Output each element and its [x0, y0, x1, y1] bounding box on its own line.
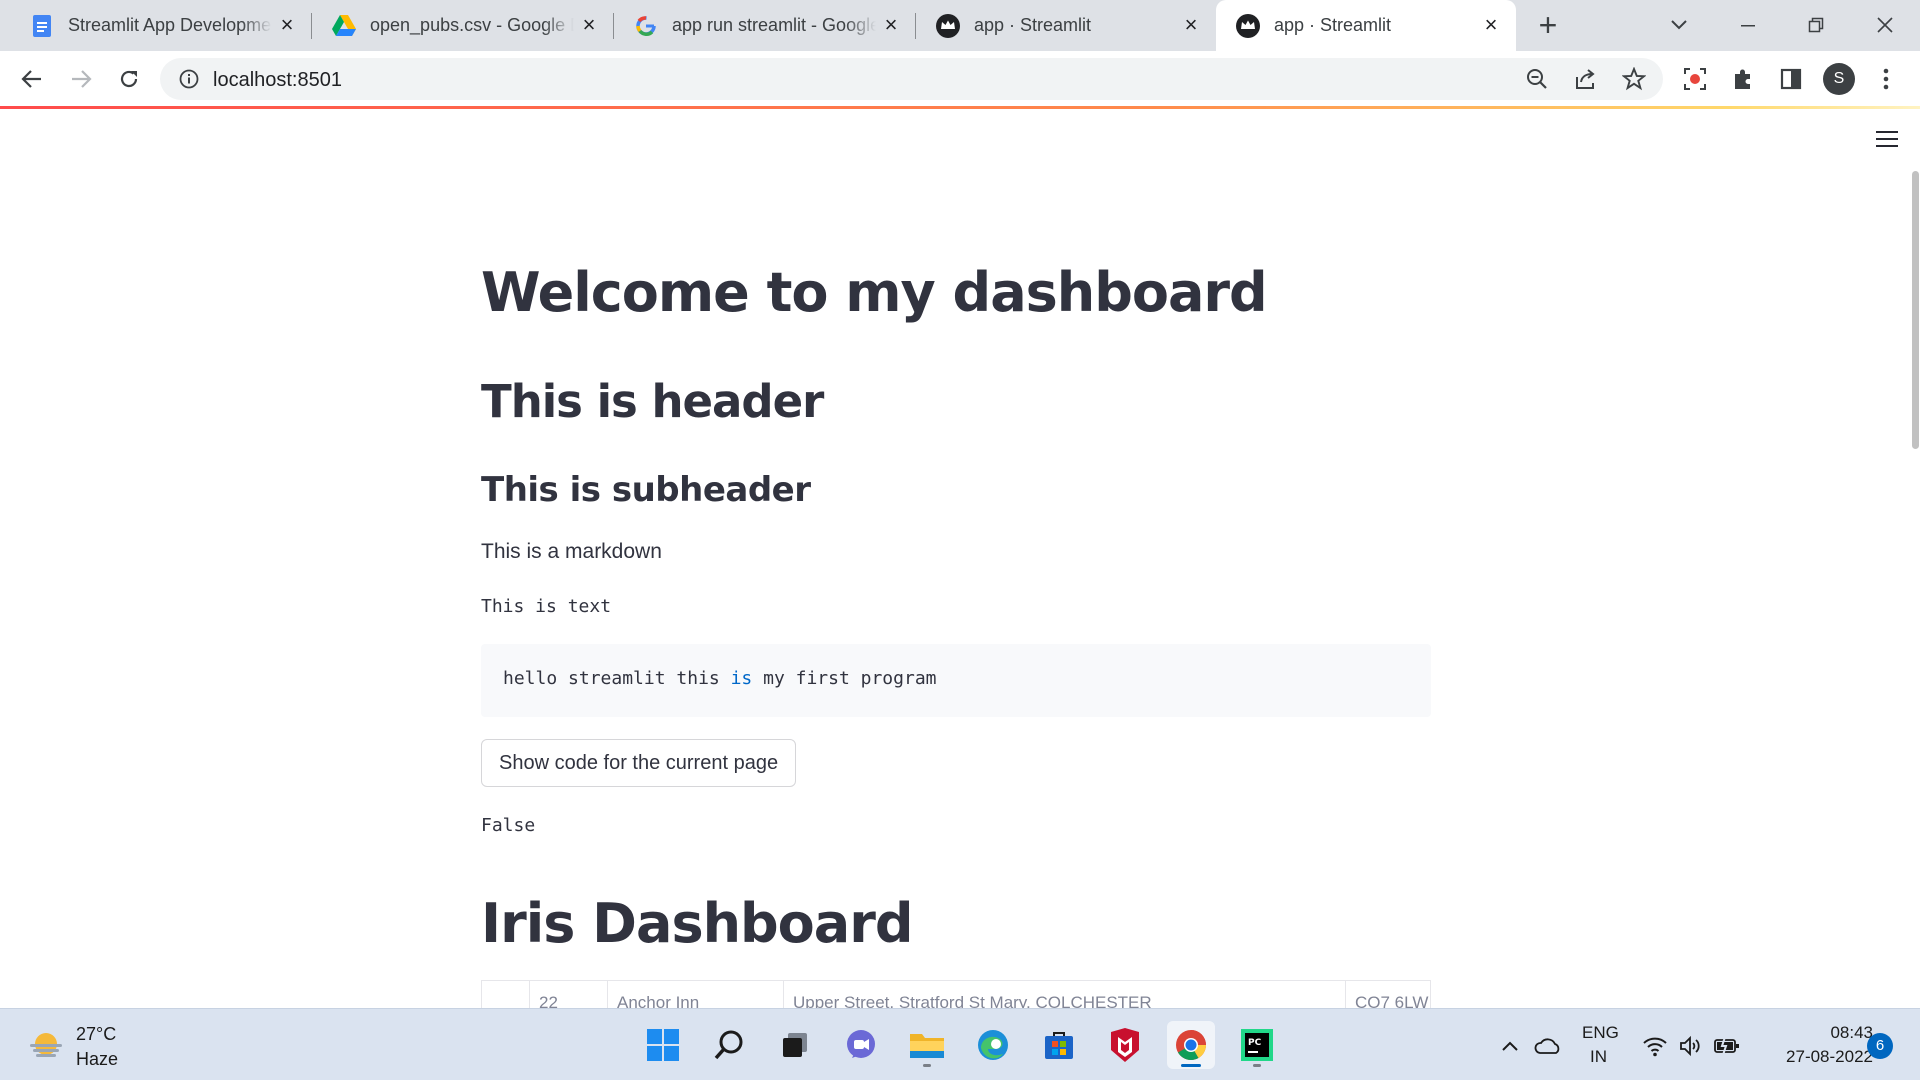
zoom-icon[interactable]: [1526, 68, 1548, 95]
extensions-puzzle-icon[interactable]: [1728, 64, 1758, 94]
table-cell: 22: [530, 981, 608, 1008]
browser-tab[interactable]: Streamlit App Development ×: [10, 0, 312, 51]
running-indicator: [1181, 1064, 1201, 1067]
close-tab-icon[interactable]: ×: [578, 14, 600, 36]
browser-toolbar: localhost:8501 S: [0, 51, 1920, 106]
battery-charging-icon[interactable]: [1712, 1031, 1742, 1061]
streamlit-crown-icon: [1236, 13, 1260, 38]
back-arrow-icon[interactable]: [17, 64, 47, 94]
share-icon[interactable]: [1574, 68, 1598, 95]
browser-tab-active[interactable]: app · Streamlit ×: [1216, 0, 1516, 51]
running-indicator: [1253, 1064, 1261, 1067]
microsoft-store-icon[interactable]: [1035, 1021, 1083, 1069]
new-tab-button[interactable]: +: [1533, 9, 1563, 41]
input-region[interactable]: IN: [1590, 1047, 1607, 1067]
page-title: Welcome to my dashboard: [481, 261, 1268, 324]
profile-avatar[interactable]: S: [1823, 63, 1855, 95]
tab-title: Streamlit App Development: [68, 15, 272, 35]
hamburger-menu-icon[interactable]: [1876, 131, 1900, 149]
running-indicator: [923, 1064, 931, 1067]
windows-taskbar: 27°C Haze PC ENG IN 08:43 27-08-2022 6: [0, 1008, 1920, 1080]
table-cell-index: [482, 981, 530, 1008]
start-button[interactable]: [639, 1021, 687, 1069]
weather-condition[interactable]: Haze: [76, 1049, 118, 1070]
search-icon[interactable]: [705, 1021, 753, 1069]
streamlit-app-page: Welcome to my dashboard This is header T…: [0, 109, 1920, 1008]
table-cell: Upper Street, Stratford St Mary, COLCHES…: [784, 981, 1346, 1008]
taskbar-time[interactable]: 08:43: [1763, 1023, 1873, 1043]
weather-haze-icon[interactable]: [28, 1030, 64, 1060]
page-header: This is header: [481, 375, 824, 428]
table-cell: CO7 6LW: [1355, 993, 1429, 1008]
wifi-icon[interactable]: [1640, 1031, 1670, 1061]
plain-text: This is text: [481, 596, 612, 617]
mcafee-icon[interactable]: [1101, 1021, 1149, 1069]
markdown-text: This is a markdown: [481, 540, 662, 563]
button-result-text: False: [481, 815, 536, 836]
close-tab-icon[interactable]: ×: [1180, 14, 1202, 36]
reload-icon[interactable]: [114, 64, 144, 94]
page-subheader: This is subheader: [481, 470, 811, 510]
data-table[interactable]: 22 Anchor Inn Upper Street, Stratford St…: [481, 980, 1431, 1008]
address-bar[interactable]: localhost:8501: [160, 58, 1663, 100]
close-tab-icon[interactable]: ×: [1480, 14, 1502, 36]
streamlit-crown-icon: [936, 13, 960, 38]
google-icon: [634, 14, 658, 38]
file-explorer-icon[interactable]: [903, 1021, 951, 1069]
svg-text:PC: PC: [1248, 1038, 1262, 1048]
side-panel-icon[interactable]: [1776, 64, 1806, 94]
teams-chat-icon[interactable]: [837, 1021, 885, 1069]
volume-icon[interactable]: [1675, 1031, 1705, 1061]
weather-temperature[interactable]: 27°C: [76, 1024, 116, 1045]
tab-title: app run streamlit - Google Search: [672, 15, 876, 35]
page-scrollbar[interactable]: [1912, 171, 1919, 449]
browser-tab[interactable]: app run streamlit - Google Search ×: [614, 0, 916, 51]
bookmark-star-icon[interactable]: [1621, 66, 1647, 96]
code-keyword: is: [730, 668, 753, 689]
chrome-icon[interactable]: [1167, 1021, 1215, 1069]
forward-arrow-icon[interactable]: [66, 64, 96, 94]
code-block[interactable]: hello streamlit this is my first program: [481, 644, 1431, 717]
google-drive-icon: [332, 14, 356, 38]
taskbar-date[interactable]: 27-08-2022: [1763, 1047, 1873, 1067]
iris-dashboard-title: Iris Dashboard: [481, 892, 913, 955]
code-text-before: hello streamlit this: [503, 668, 731, 689]
input-language[interactable]: ENG: [1582, 1023, 1619, 1043]
table-cell: Anchor Inn: [608, 981, 784, 1008]
close-tab-icon[interactable]: ×: [276, 14, 298, 36]
minimize-button[interactable]: [1731, 8, 1765, 42]
tab-title: app · Streamlit: [974, 15, 1092, 35]
close-window-button[interactable]: [1868, 8, 1902, 42]
notification-count-badge[interactable]: 6: [1867, 1033, 1893, 1059]
tab-title: app · Streamlit: [1274, 15, 1392, 35]
show-code-button[interactable]: Show code for the current page: [481, 739, 797, 787]
browser-tab[interactable]: open_pubs.csv - Google Drive ×: [312, 0, 614, 51]
tab-title: open_pubs.csv - Google Drive: [370, 15, 574, 35]
close-tab-icon[interactable]: ×: [880, 14, 902, 36]
screen-capture-icon[interactable]: [1680, 64, 1710, 94]
onedrive-cloud-icon[interactable]: [1533, 1031, 1563, 1061]
code-text-after: my first program: [752, 668, 937, 689]
edge-browser-icon[interactable]: [969, 1021, 1017, 1069]
url-text[interactable]: localhost:8501: [213, 69, 342, 92]
google-docs-icon: [30, 14, 54, 38]
info-icon[interactable]: [178, 68, 200, 95]
browser-tab[interactable]: app · Streamlit ×: [916, 0, 1216, 51]
task-view-icon[interactable]: [771, 1021, 819, 1069]
tab-search-icon[interactable]: [1662, 8, 1696, 42]
kebab-menu-icon[interactable]: [1871, 64, 1901, 94]
code-line: hello streamlit this is my first program: [503, 668, 937, 689]
pycharm-icon[interactable]: PC: [1233, 1021, 1281, 1069]
browser-tab-strip: Streamlit App Development × open_pubs.cs…: [0, 0, 1920, 51]
restore-button[interactable]: [1799, 8, 1833, 42]
show-hidden-icons-chevron-up-icon[interactable]: [1495, 1031, 1525, 1061]
